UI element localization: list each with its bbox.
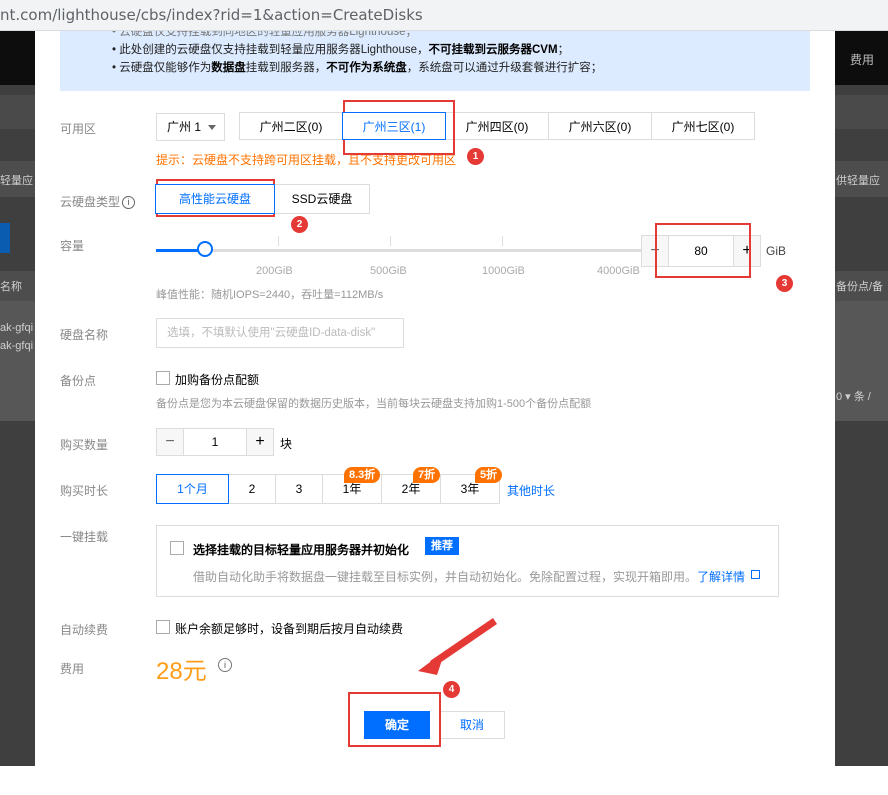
auto-renew-label: 自动续费	[60, 623, 109, 637]
duration-option-1-month[interactable]: 1个月	[156, 474, 229, 504]
capacity-label: 容量	[60, 239, 85, 253]
slider-tick	[390, 236, 391, 246]
disk-name-label: 硬盘名称	[60, 328, 109, 342]
slider-tick-label: 500GiB	[370, 265, 407, 277]
backup-checkbox[interactable]	[156, 371, 170, 385]
mount-option-box	[156, 525, 779, 597]
chevron-down-icon	[208, 125, 216, 130]
zone-option-guangzhou-7[interactable]: 广州七区(0)	[651, 112, 755, 140]
external-link-icon[interactable]	[751, 570, 760, 579]
background-blue-button	[0, 223, 10, 253]
cancel-button[interactable]: 取消	[439, 711, 505, 739]
mount-description: 借助自动化助手将数据盘一键挂载至目标实例，并自动初始化。免除配置过程，实现开箱即…	[193, 570, 698, 584]
discount-badge-3-year: 5折	[475, 467, 503, 483]
background-right-text-3: 0 ▾ 条 /	[836, 391, 871, 403]
auto-renew-checkbox[interactable]	[156, 620, 170, 634]
notice-line-3: • 云硬盘仅能够作为数据盘挂载到服务器，不可作为系统盘，系统盘可以通过升级套餐进…	[112, 59, 602, 77]
capacity-unit: GiB	[766, 244, 787, 258]
mount-checkbox[interactable]	[170, 541, 184, 555]
notice-line-2-suffix: ；	[557, 44, 570, 56]
zone-label: 可用区	[60, 122, 97, 136]
other-duration-link[interactable]: 其他时长	[507, 482, 555, 499]
region-select-value: 广州 1	[167, 120, 202, 134]
discount-badge-2-year: 7折	[413, 467, 441, 483]
notice-line-2-text: • 此处创建的云硬盘仅支持挂载到轻量应用服务器Lighthouse，	[112, 44, 429, 56]
background-left-text-4: ak-gfqi	[0, 340, 34, 352]
backup-description: 备份点是您为本云硬盘保留的数据历史版本，当前每块云硬盘支持加购1-500个备份点…	[156, 398, 592, 410]
discount-badge-1-year: 8.3折	[344, 467, 381, 483]
annotation-marker-1: 1	[467, 148, 484, 165]
disk-type-label-text: 云硬盘类型	[60, 195, 121, 209]
capacity-slider-handle[interactable]	[197, 241, 213, 257]
slider-tick	[502, 236, 503, 246]
quantity-decrement-button[interactable]: −	[156, 428, 184, 456]
quantity-increment-button[interactable]: +	[246, 428, 274, 456]
notice-line-3-text: • 云硬盘仅能够作为	[112, 62, 212, 74]
bottom-white-strip	[0, 766, 888, 795]
mount-label: 一键挂载	[60, 530, 109, 544]
notice-line-3-bold-1: 数据盘	[211, 62, 246, 74]
auto-renew-checkbox-label: 账户余额足够时，设备到期后按月自动续费	[175, 622, 404, 636]
background-left-text-2: 名称	[0, 281, 22, 293]
zone-option-guangzhou-2[interactable]: 广州二区(0)	[239, 112, 343, 140]
performance-text: 峰值性能：随机IOPS=2440，吞吐量=112MB/s	[156, 289, 384, 301]
notice-line-3-bold-2: 不可作为系统盘	[326, 62, 407, 74]
slider-tick-label: 4000GiB	[597, 265, 640, 277]
duration-label: 购买时长	[60, 484, 109, 498]
slider-tick-label: 200GiB	[256, 265, 293, 277]
background-right-text-2: 备份点/备	[836, 281, 884, 293]
duration-option-3[interactable]: 3	[275, 474, 323, 504]
price-value: 28元	[156, 658, 207, 685]
annotation-marker-4: 4	[443, 681, 460, 698]
duration-option-2[interactable]: 2	[228, 474, 276, 504]
background-left-text-3: ak-gfqi	[0, 322, 34, 334]
quantity-label: 购买数量	[60, 438, 109, 452]
backup-label: 备份点	[60, 374, 97, 388]
slider-tick-label: 1000GiB	[482, 265, 525, 277]
notice-line-2-bold: 不可挂载到云服务器CVM	[428, 44, 558, 56]
quantity-value-input[interactable]: 1	[184, 428, 246, 456]
create-disk-dialog: • 云硬盘仅支持挂载到同地区的轻量应用服务器Lighthouse； • 此处创建…	[35, 31, 835, 766]
background-fee-text: 费用	[849, 53, 874, 67]
capacity-slider-track[interactable]	[156, 249, 642, 252]
annotation-box-confirm	[348, 692, 441, 747]
annotation-box-capacity	[655, 223, 751, 278]
info-icon[interactable]: i	[122, 196, 136, 210]
region-select[interactable]: 广州 1	[156, 113, 225, 141]
recommend-tag: 推荐	[425, 537, 459, 555]
learn-more-link[interactable]: 了解详情	[697, 568, 745, 585]
zone-option-guangzhou-3[interactable]: 广州三区(1)	[342, 112, 446, 140]
backup-checkbox-label: 加购备份点配额	[175, 373, 260, 387]
disk-type-ssd[interactable]: SSD云硬盘	[274, 184, 370, 214]
browser-address-bar[interactable]: nt.com/lighthouse/cbs/index?rid=1&action…	[0, 0, 888, 31]
zone-option-guangzhou-4[interactable]: 广州四区(0)	[445, 112, 549, 140]
quantity-unit: 块	[280, 437, 293, 451]
zone-options: 广州二区(0) 广州三区(1) 广州四区(0) 广州六区(0) 广州七区(0)	[239, 112, 755, 140]
zone-option-guangzhou-6[interactable]: 广州六区(0)	[548, 112, 652, 140]
notice-line-2: • 此处创建的云硬盘仅支持挂载到轻量应用服务器Lighthouse，不可挂载到云…	[112, 41, 569, 59]
price-info-icon[interactable]: i	[218, 658, 232, 672]
disk-type-premium[interactable]: 高性能云硬盘	[155, 184, 275, 214]
annotation-marker-2: 2	[291, 216, 308, 233]
slider-tick	[278, 236, 279, 246]
mount-checkbox-label: 选择挂载的目标轻量应用服务器并初始化	[193, 543, 410, 557]
notice-line-1: • 云硬盘仅支持挂载到同地区的轻量应用服务器Lighthouse；	[112, 31, 417, 38]
duration-options: 1个月 2 3 1年 2年 3年	[156, 474, 500, 504]
url-text[interactable]: nt.com/lighthouse/cbs/index?rid=1&action…	[0, 6, 423, 24]
background-right-text-1: 供轻量应	[836, 175, 880, 187]
disk-type-label: 云硬盘类型 i	[60, 193, 136, 210]
notice-box: • 云硬盘仅支持挂载到同地区的轻量应用服务器Lighthouse； • 此处创建…	[60, 31, 810, 91]
fee-label: 费用	[60, 662, 85, 676]
notice-line-3-suffix: ，系统盘可以通过升级套餐进行扩容；	[406, 62, 603, 74]
quantity-stepper: − 1 +	[156, 428, 274, 456]
annotation-marker-3: 3	[776, 275, 793, 292]
background-left-text-1: 轻量应	[0, 175, 33, 187]
notice-line-3-mid: 挂载到服务器，	[245, 62, 327, 74]
disk-type-options: 高性能云硬盘 SSD云硬盘	[155, 184, 370, 214]
disk-name-input[interactable]: 选填，不填默认使用"云硬盘ID-data-disk"	[156, 318, 404, 348]
